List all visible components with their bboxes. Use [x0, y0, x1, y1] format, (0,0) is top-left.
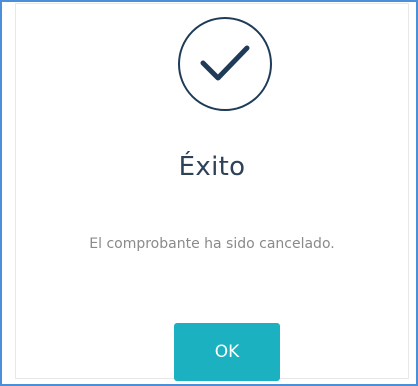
success-dialog: Éxito El comprobante ha sido cancelado. … [16, 4, 408, 381]
dialog-message: El comprobante ha sido cancelado. [89, 236, 335, 252]
ok-button[interactable]: OK [174, 323, 280, 381]
dialog-title: Éxito [178, 152, 246, 182]
checkmark-circle-icon [177, 16, 273, 112]
